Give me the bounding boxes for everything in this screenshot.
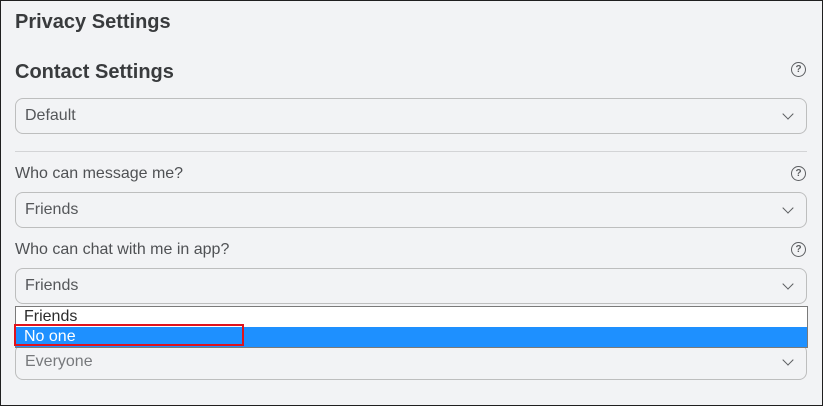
- chevron-down-icon: [782, 354, 794, 366]
- message-setting-value: Friends: [25, 201, 79, 218]
- chevron-down-icon: [782, 278, 794, 290]
- chat-setting-value: Friends: [25, 277, 79, 294]
- next-setting-value: Everyone: [25, 353, 93, 370]
- annotation-highlight-box: [14, 324, 244, 346]
- chat-setting-label: Who can chat with me in app?: [15, 241, 230, 258]
- chevron-down-icon: [782, 202, 794, 214]
- contact-settings-value: Default: [25, 107, 76, 124]
- message-setting-select[interactable]: Friends: [15, 192, 807, 228]
- page-title: Privacy Settings: [15, 11, 171, 33]
- message-setting-label: Who can message me?: [15, 165, 184, 182]
- next-setting-select[interactable]: Everyone: [15, 344, 807, 380]
- privacy-settings-panel: Privacy Settings Contact Settings ? Defa…: [0, 0, 823, 406]
- chat-setting-help-icon[interactable]: ?: [791, 242, 806, 257]
- contact-settings-help-icon[interactable]: ?: [791, 62, 806, 77]
- contact-settings-title: Contact Settings: [15, 61, 174, 83]
- message-setting-help-icon[interactable]: ?: [791, 166, 806, 181]
- chat-setting-select[interactable]: Friends: [15, 268, 807, 304]
- chevron-down-icon: [782, 108, 794, 120]
- section-divider: [15, 151, 807, 152]
- contact-settings-select[interactable]: Default: [15, 98, 807, 134]
